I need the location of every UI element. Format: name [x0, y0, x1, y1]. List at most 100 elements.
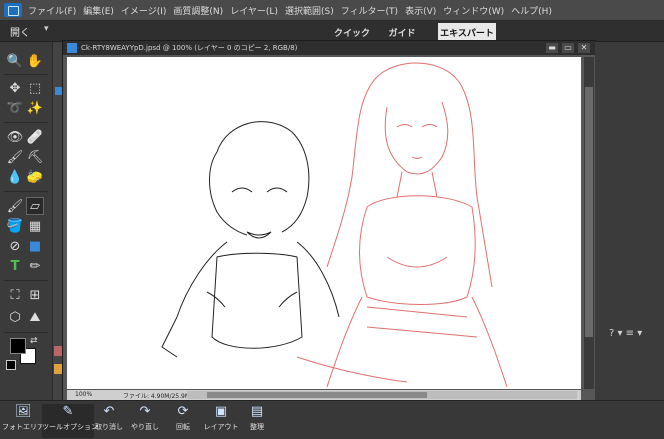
red-eye-tool[interactable]: 👁	[6, 128, 24, 146]
menu-image[interactable]: イメージ(I)	[121, 4, 167, 17]
tool-separator	[4, 280, 48, 281]
sketch2-hands	[206, 291, 298, 308]
tool-options-icon: ✎	[62, 404, 74, 419]
menu-bar: ファイル(F) 編集(E) イメージ(I) 画質調整(N) レイヤー(L) 選択…	[0, 0, 664, 21]
menu-help[interactable]: ヘルプ(H)	[511, 4, 552, 17]
straighten-tool[interactable]: ⬡	[6, 308, 24, 326]
photo-bin-button[interactable]: 🖼 フォトエリア	[0, 404, 46, 438]
minimize-button[interactable]: ▬	[546, 43, 558, 53]
vertical-scrollbar[interactable]	[584, 57, 594, 389]
sketch-legs	[326, 296, 508, 388]
menu-select[interactable]: 選択範囲(S)	[285, 4, 334, 17]
recompose-tool[interactable]: ⊞	[26, 286, 44, 304]
layout-icon: ▣	[214, 404, 228, 419]
eye-icon: 👁	[6, 129, 24, 145]
panel-options-icons[interactable]: ? ▾ ≡ ▾	[609, 328, 642, 339]
menu-file[interactable]: ファイル(F)	[28, 4, 76, 17]
sketch-face	[384, 101, 449, 175]
menu-view[interactable]: 表示(V)	[405, 4, 436, 17]
file-size: ファイル: 4.90M/25.9M	[123, 393, 191, 400]
hand-icon: ✋	[26, 53, 44, 69]
sketch2-hair-left	[209, 151, 248, 236]
spot-healing-tool[interactable]: 🩹	[26, 128, 44, 146]
tab-guided[interactable]: ガイド	[378, 23, 426, 41]
tool-separator	[4, 191, 48, 192]
document-window: Ck-RTY8WEAYYpD.jpsd @ 100% (レイヤー 0 のコピー …	[62, 40, 596, 402]
menu-layer[interactable]: レイヤー(L)	[230, 4, 278, 17]
app-logo-icon	[4, 3, 22, 17]
paint-bucket-tool[interactable]: 🪣	[6, 217, 24, 235]
marquee-tool[interactable]: ⬚	[26, 79, 44, 97]
paint-bucket-icon: 🪣	[6, 218, 24, 234]
tab-expert[interactable]: エキスパート	[438, 23, 496, 41]
organizer-label: 整理	[250, 423, 264, 431]
vertical-scroll-thumb[interactable]	[585, 87, 593, 337]
eraser-tool[interactable]: ▱	[26, 197, 44, 215]
horizontal-scroll-thumb[interactable]	[207, 392, 427, 398]
menu-filter[interactable]: フィルター(T)	[341, 4, 398, 17]
zoom-tool[interactable]: 🔍	[6, 52, 24, 70]
marquee-icon: ⬚	[28, 80, 42, 96]
smart-brush-icon: 🖌	[6, 149, 24, 165]
clone-stamp-tool[interactable]: ⛏	[26, 148, 44, 166]
sketch-chest	[386, 256, 448, 268]
horizontal-scrollbar[interactable]	[187, 391, 577, 399]
move-tool[interactable]: ✥	[6, 79, 24, 97]
open-button[interactable]: 開く	[10, 24, 30, 39]
stamp-icon: ⛏	[26, 149, 44, 165]
sketch-skirt	[366, 306, 478, 338]
brush-tool[interactable]: 🖌	[6, 197, 24, 215]
toolbox: 🔍 ✋ ✥ ⬚ ➰ ✨ 👁 🩹 🖌 ⛏ 💧 🧽 🖌 ▱ 🪣 ▦ ⊘ ■ T ✏ …	[0, 42, 53, 400]
hand-tool[interactable]: ✋	[26, 52, 44, 70]
eyedropper-tool[interactable]: ⊘	[6, 237, 24, 255]
mode-bar: 開く ▾ クイック ガイド エキスパート	[0, 21, 664, 42]
zoom-level[interactable]: 100%	[75, 391, 92, 398]
menu-edit[interactable]: 編集(E)	[83, 4, 114, 17]
organizer-button[interactable]: ▤ 整理	[234, 404, 280, 438]
sketch-mouth	[411, 156, 423, 159]
sketch-hair-left	[326, 76, 378, 268]
type-icon: T	[10, 258, 20, 274]
photo-bin-icon: 🖼	[15, 404, 32, 419]
shape-tool[interactable]: ■	[26, 237, 44, 255]
eyedropper-icon: ⊘	[9, 238, 21, 254]
restore-button[interactable]: ▭	[562, 43, 574, 53]
swap-colors-icon[interactable]: ⇄	[30, 336, 38, 346]
content-aware-move-tool[interactable]: ⛰	[26, 308, 44, 326]
tool-separator	[4, 332, 48, 333]
lasso-tool[interactable]: ➰	[6, 99, 24, 117]
undo-icon: ↶	[103, 404, 115, 419]
pencil-tool[interactable]: ✏	[26, 257, 44, 275]
move-icon: ✥	[9, 80, 21, 96]
close-button[interactable]: ✕	[578, 43, 590, 53]
brush-icon: 🖌	[6, 198, 24, 214]
foreground-color-swatch[interactable]	[10, 338, 26, 354]
default-colors-icon[interactable]	[6, 360, 16, 370]
document-title-bar[interactable]: Ck-RTY8WEAYYpD.jpsd @ 100% (レイヤー 0 のコピー …	[63, 41, 595, 55]
document-title: Ck-RTY8WEAYYpD.jpsd @ 100% (レイヤー 0 のコピー …	[81, 44, 298, 52]
type-tool[interactable]: T	[6, 257, 24, 275]
bandage-icon: 🩹	[26, 129, 44, 145]
sponge-tool[interactable]: 🧽	[26, 168, 44, 186]
blur-tool[interactable]: 💧	[6, 168, 24, 186]
image-canvas[interactable]	[67, 57, 581, 389]
magic-wand-tool[interactable]: ✨	[26, 99, 44, 117]
redo-icon: ↷	[139, 404, 151, 419]
rotate-icon: ⟳	[177, 404, 189, 419]
content-aware-move-icon: ⛰	[29, 309, 41, 325]
menu-enhance[interactable]: 画質調整(N)	[173, 4, 223, 17]
smart-brush-tool[interactable]: 🖌	[6, 148, 24, 166]
crop-tool[interactable]: ⛶	[6, 286, 24, 304]
tab-quick[interactable]: クイック	[328, 23, 376, 41]
gradient-tool[interactable]: ▦	[26, 217, 44, 235]
straighten-icon: ⬡	[9, 309, 21, 325]
gradient-icon: ▦	[28, 218, 42, 234]
sketch2-eyes	[231, 187, 288, 193]
chevron-down-icon[interactable]: ▾	[44, 24, 49, 34]
menu-window[interactable]: ウィンドウ(W)	[443, 4, 504, 17]
sketch2-elbow	[161, 316, 178, 358]
sketch2-hair-right	[216, 121, 310, 233]
sketch-ground	[296, 356, 408, 383]
sketch-neck	[396, 171, 438, 198]
sketch-torso	[359, 195, 476, 305]
